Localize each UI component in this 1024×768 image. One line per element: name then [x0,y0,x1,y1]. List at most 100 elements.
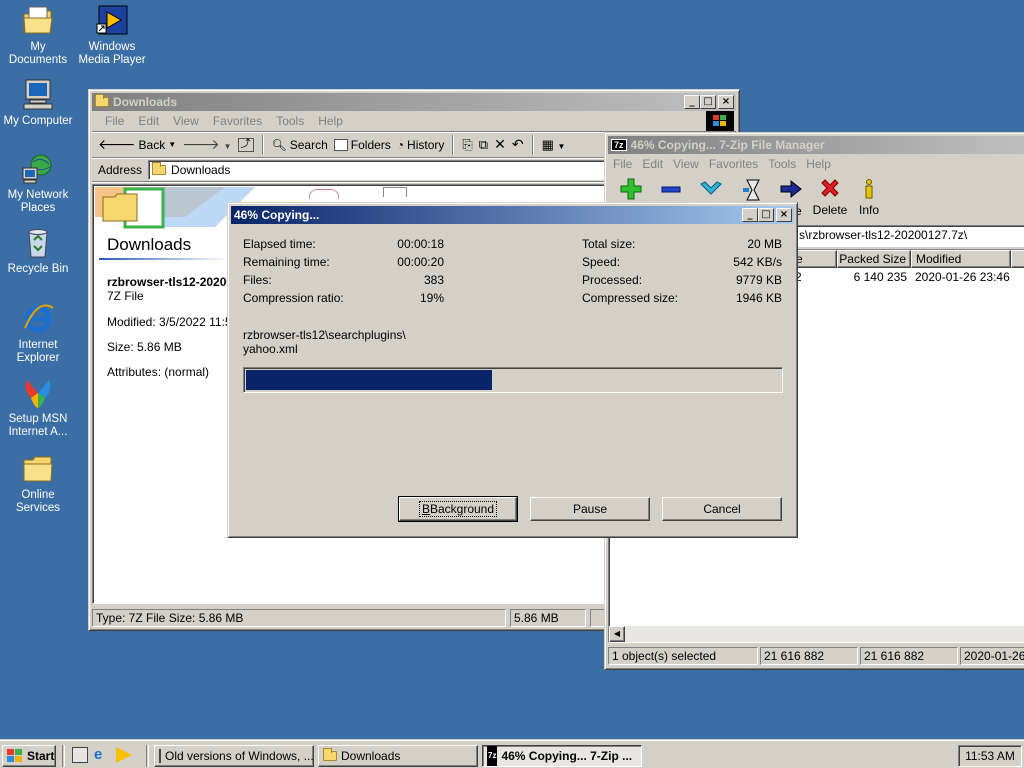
menu-favorites[interactable]: Favorites [704,157,763,171]
menu-help[interactable]: Help [311,114,350,128]
desktop-icon-label: Internet Explorer [16,339,60,364]
desktop-icon-msn[interactable]: Setup MSN Internet A... [0,376,76,439]
delete-button[interactable]: Delete [812,178,848,217]
sevenzip-icon: 7z [487,746,498,766]
my-documents-icon [21,4,55,38]
column-header-modified[interactable]: Modified [911,250,1011,268]
up-folder-button[interactable]: ⤴ [237,137,254,152]
dialog-titlebar[interactable]: 46% Copying... _ □ × [231,206,794,224]
folder-heading: Downloads [107,235,192,254]
test-button[interactable] [696,178,726,203]
column-header-packed-size[interactable]: Packed Size [837,250,911,268]
desktop-icon-online-services[interactable]: Online Services [0,452,76,515]
move-button[interactable] [776,178,806,203]
menu-tools[interactable]: Tools [269,114,311,128]
copying-dialog[interactable]: 46% Copying... _ □ × Elapsed time: 00:00… [227,202,798,538]
menu-favorites[interactable]: Favorites [206,114,269,128]
sevenzip-menubar: File Edit View Favorites Tools Help [608,154,1024,174]
menu-file[interactable]: File [98,114,131,128]
stat-processed-value: 9779 KB [735,273,782,287]
show-desktop-icon[interactable] [72,747,88,763]
menu-edit[interactable]: Edit [637,157,668,171]
explorer-titlebar[interactable]: Downloads _ □ × [92,93,736,111]
history-button[interactable]: ◔ History [397,138,445,152]
menu-tools[interactable]: Tools [763,157,801,171]
move-to-icon[interactable]: ⎘ [462,137,472,153]
column-header-extra[interactable] [1011,250,1024,268]
folders-button[interactable]: Folders [333,137,391,152]
status-size: 21 616 882 [760,647,858,665]
stat-files-label: Files: [243,273,272,287]
media-player-icon[interactable] [116,747,132,763]
desktop-icon-recycle-bin[interactable]: Recycle Bin [0,226,76,276]
maximize-button[interactable]: □ [700,95,716,109]
search-label: Search [289,137,328,152]
copy-to-icon[interactable]: ⧉ [479,137,488,153]
desktop-icon-my-documents[interactable]: My Documents [0,4,76,67]
menu-view[interactable]: View [668,157,704,171]
file-preview-icon [309,189,339,199]
stat-processed-label: Processed: [582,273,643,287]
sevenzip-titlebar[interactable]: 7z 46% Copying... 7-Zip File Manager [608,136,1024,154]
recycle-bin-icon [21,226,55,260]
undo-icon[interactable]: ↶ [512,136,524,153]
delete-icon[interactable]: ✕ [494,136,506,153]
taskbar-divider [62,745,65,767]
task-downloads[interactable]: Downloads [318,745,478,767]
menu-file[interactable]: File [608,157,637,171]
clock[interactable]: 11:53 AM [965,749,1015,763]
menu-view[interactable]: View [166,114,206,128]
history-label: History [407,137,445,152]
views-icon[interactable]: ▦ ▼ [542,137,566,153]
desktop-icon-label: Setup MSN Internet A... [8,413,68,438]
back-button[interactable]: 🡐 Back ▼ [98,136,176,153]
start-button[interactable]: Start [2,745,56,767]
scroll-left-button[interactable]: ◀ [609,626,625,642]
search-button[interactable]: 🔍︎ Search [272,138,328,152]
stat-speed-label: Speed: [582,255,621,269]
task-old-windows[interactable]: Old versions of Windows, ... [154,745,314,767]
file-preview-icon [383,187,407,197]
menu-edit[interactable]: Edit [131,114,166,128]
system-tray: 11:53 AM [958,745,1022,767]
close-button[interactable]: × [718,95,734,109]
background-button[interactable]: BBackground [398,496,518,522]
background-label: Background [429,502,495,516]
menu-help[interactable]: Help [801,157,836,171]
search-icon: 🔍︎ [271,137,287,152]
desktop-icon-my-computer[interactable]: My Computer [0,78,76,128]
internet-explorer-icon[interactable]: e [94,747,110,763]
desktop-icon-internet-explorer[interactable]: Internet Explorer [0,302,76,365]
desktop-icon-label: My Computer [3,115,73,127]
task-label: 46% Copying... 7-Zip ... [501,749,633,763]
info-button[interactable]: Info [854,178,884,217]
stat-remaining-label: Remaining time: [243,255,330,269]
task-sevenzip-copying[interactable]: 7z 46% Copying... 7-Zip ... [482,745,642,767]
file-type: 7Z File [107,289,144,303]
address-value: Downloads [171,162,231,177]
task-label: Downloads [341,749,401,763]
folder-icon [152,161,167,175]
desktop-icon-label: Online Services [15,489,61,514]
desktop-icon-media-player[interactable]: Windows Media Player [74,4,150,67]
minimize-button[interactable]: _ [742,208,758,222]
desktop-icon-network[interactable]: My Network Places [0,152,76,215]
file-name: rzbrowser-tls12-20200 [107,275,234,289]
status-size: 5.86 MB [510,609,586,627]
close-button[interactable]: × [776,208,792,222]
folders-label: Folders [350,137,391,152]
extract-button[interactable] [656,178,686,203]
maximize-button[interactable]: □ [758,208,774,222]
toolbar-separator [452,134,455,155]
copy-button[interactable] [738,178,768,205]
minimize-button[interactable]: _ [684,95,700,109]
forward-button[interactable]: 🡒 ▼ [182,136,231,153]
taskbar-divider [146,745,149,767]
folder-icon [21,452,55,486]
delete-icon [821,179,839,197]
cancel-button[interactable]: Cancel [662,497,782,521]
pause-button[interactable]: Pause [530,497,650,521]
stat-files-value: 383 [423,273,444,287]
horizontal-scrollbar[interactable]: ◀ [609,626,1024,642]
add-button[interactable] [616,178,646,203]
